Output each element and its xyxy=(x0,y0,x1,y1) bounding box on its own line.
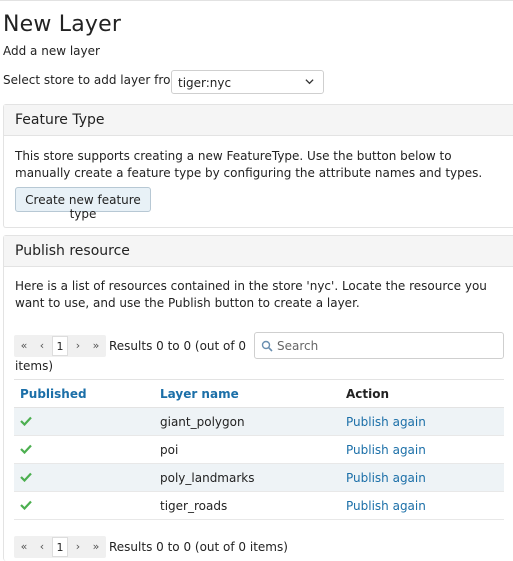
results-count-top: Results 0 to 0 (out of 0 xyxy=(109,339,247,353)
check-icon xyxy=(20,472,32,482)
top-divider xyxy=(0,0,513,1)
column-published[interactable]: Published xyxy=(14,379,154,408)
search-icon xyxy=(261,340,273,352)
page-number-button[interactable]: 1 xyxy=(52,336,68,356)
published-cell xyxy=(14,435,154,464)
publish-again-link[interactable]: Publish again xyxy=(340,491,504,520)
layer-name-cell: giant_polygon xyxy=(154,407,340,436)
create-feature-type-button[interactable]: Create new feature type xyxy=(15,187,151,221)
page-number-button[interactable]: 1 xyxy=(52,537,68,557)
last-page-button[interactable]: » xyxy=(88,336,104,356)
prev-page-button[interactable]: ‹ xyxy=(34,336,50,356)
table-row: giant_polygon Publish again xyxy=(14,407,504,436)
feature-type-heading: Feature Type xyxy=(4,105,513,136)
first-page-button[interactable]: « xyxy=(16,537,32,557)
last-page-button[interactable]: » xyxy=(88,537,104,557)
column-layer-name[interactable]: Layer name xyxy=(154,379,340,408)
feature-type-panel: Feature Type This store supports creatin… xyxy=(3,104,513,228)
layer-name-cell: poi xyxy=(154,435,340,464)
store-select[interactable]: tiger:nyc xyxy=(171,70,324,94)
layer-name-cell: poly_landmarks xyxy=(154,463,340,492)
pagination-bottom: « ‹ 1 › » xyxy=(14,536,106,558)
resources-table: Published Layer name Action giant_polygo… xyxy=(14,379,504,520)
table-row: poly_landmarks Publish again xyxy=(14,463,504,492)
publish-again-link[interactable]: Publish again xyxy=(340,435,504,464)
results-count-top-cont: items) xyxy=(15,359,54,373)
check-icon xyxy=(20,500,32,510)
column-action: Action xyxy=(340,379,504,408)
next-page-button[interactable]: › xyxy=(70,336,86,356)
pagination-top: « ‹ 1 › » xyxy=(14,335,106,357)
results-count-bottom: Results 0 to 0 (out of 0 items) xyxy=(109,540,288,554)
published-cell xyxy=(14,463,154,492)
publish-resource-description: Here is a list of resources contained in… xyxy=(15,279,487,310)
page-title: New Layer xyxy=(3,12,122,37)
next-page-button[interactable]: › xyxy=(70,537,86,557)
search-placeholder: Search xyxy=(277,339,319,353)
first-page-button[interactable]: « xyxy=(16,336,32,356)
check-icon xyxy=(20,416,32,426)
page-subtitle: Add a new layer xyxy=(3,44,100,58)
layer-name-cell: tiger_roads xyxy=(154,491,340,520)
store-select-label: Select store to add layer from xyxy=(3,73,183,87)
publish-resource-panel: Publish resource Here is a list of resou… xyxy=(3,235,513,561)
search-input[interactable]: Search xyxy=(254,332,504,359)
prev-page-button[interactable]: ‹ xyxy=(34,537,50,557)
store-select-value: tiger:nyc xyxy=(178,76,232,90)
publish-again-link[interactable]: Publish again xyxy=(340,407,504,436)
table-row: poi Publish again xyxy=(14,435,504,464)
table-row: tiger_roads Publish again xyxy=(14,491,504,520)
check-icon xyxy=(20,444,32,454)
publish-resource-heading: Publish resource xyxy=(4,236,513,267)
published-cell xyxy=(14,407,154,436)
published-cell xyxy=(14,491,154,520)
chevron-down-icon xyxy=(305,79,314,85)
feature-type-description: This store supports creating a new Featu… xyxy=(15,149,483,180)
publish-again-link[interactable]: Publish again xyxy=(340,463,504,492)
